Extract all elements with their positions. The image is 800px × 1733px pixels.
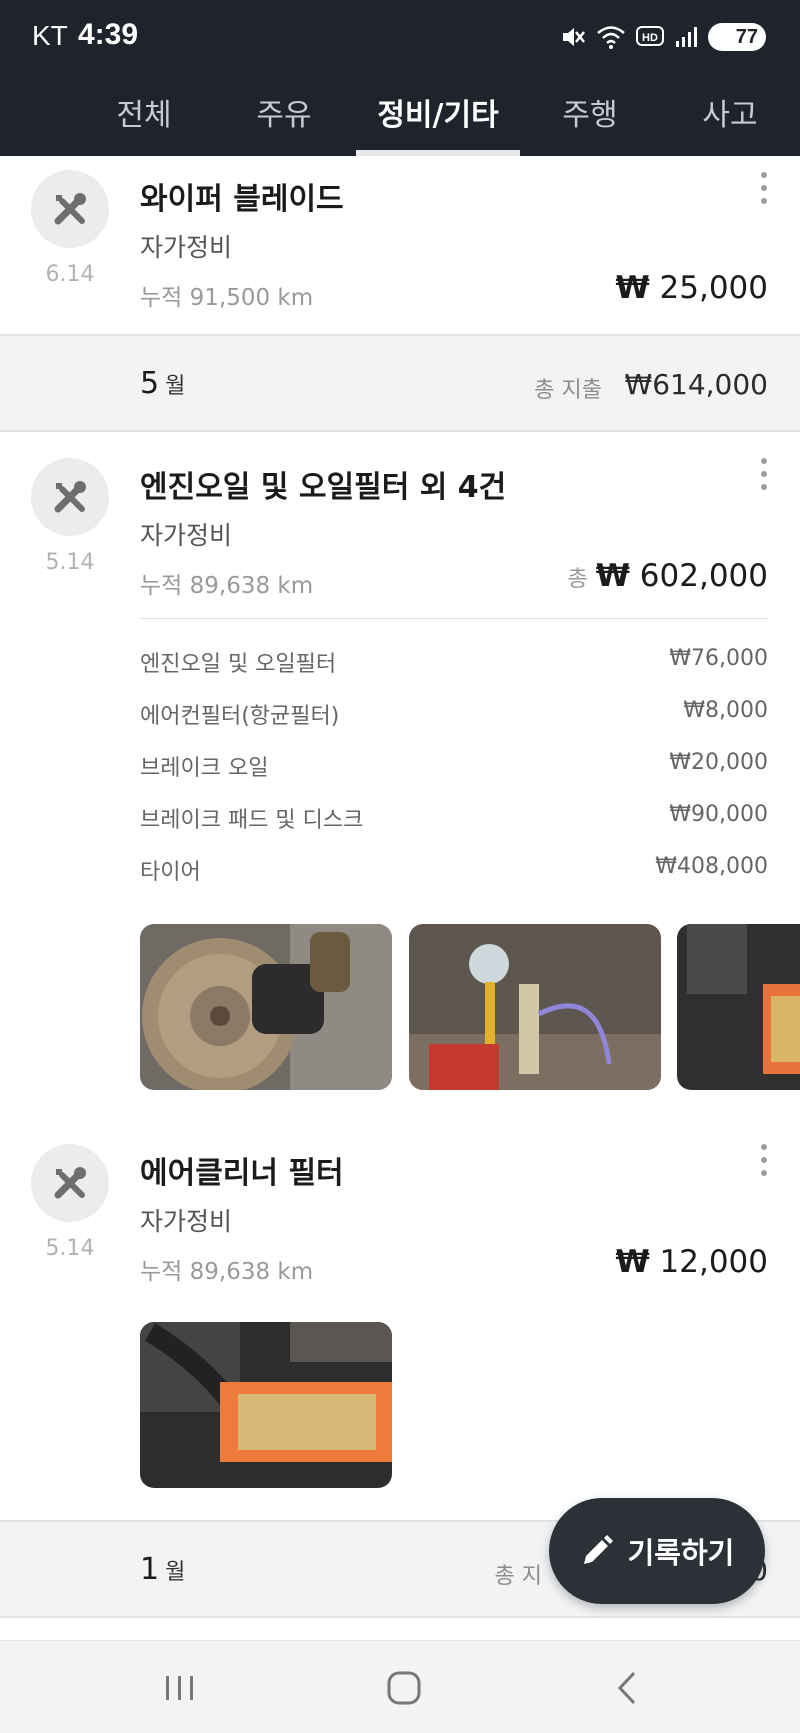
month-label: 1월 <box>140 1552 185 1587</box>
wrench-icon <box>31 458 109 536</box>
clock: 4:39 <box>78 18 139 51</box>
wrench-icon <box>31 1144 109 1222</box>
record-date: 5.14 <box>45 550 95 575</box>
total-spend-label: 총 지출 <box>534 378 602 403</box>
more-options-icon[interactable] <box>758 172 770 206</box>
back-icon[interactable] <box>598 1663 658 1713</box>
expense-item: 브레이크 오일 ₩20,000 <box>140 750 768 784</box>
amount-value: 25,000 <box>659 270 768 306</box>
expense-item: 에어컨필터(항균필터) ₩8,000 <box>140 698 768 732</box>
record-title: 엔진오일 및 오일필터 외 4건 <box>140 470 507 505</box>
currency-symbol: ₩ <box>615 1244 650 1280</box>
total-spend-value: ₩614,000 <box>624 368 768 401</box>
record-title: 에어클리너 필터 <box>140 1156 344 1191</box>
record-odometer: 누적 91,500 km <box>140 285 314 311</box>
month-label: 5월 <box>140 366 185 401</box>
record-item[interactable]: 5.14 에어클리너 필터 자가정비 누적 89,638 km ₩ 12,000 <box>0 1112 800 1520</box>
divider <box>140 618 768 619</box>
expense-item-price: ₩8,000 <box>683 698 768 723</box>
tab-driving[interactable]: 주행 <box>542 90 638 156</box>
amount-value: 12,000 <box>659 1244 768 1280</box>
record-type: 자가정비 <box>140 233 233 262</box>
expense-item-price: ₩76,000 <box>669 646 768 671</box>
brake-fluid-photo[interactable] <box>409 924 661 1090</box>
record-amount: ₩ 12,000 <box>615 1244 768 1280</box>
air-filter-photo[interactable] <box>140 1322 392 1488</box>
category-tabs: 전체 주유 정비/기타 주행 사고 <box>0 80 800 156</box>
currency-symbol: ₩ <box>615 270 650 306</box>
recent-apps-icon[interactable] <box>150 1663 210 1713</box>
system-nav-bar <box>0 1640 800 1733</box>
expense-item-name: 에어컨필터(항균필터) <box>140 704 340 729</box>
hd-voice-icon: HD <box>636 26 664 46</box>
expense-item-name: 브레이크 오일 <box>140 756 269 781</box>
record-date: 5.14 <box>45 1236 95 1261</box>
wrench-icon <box>31 170 109 248</box>
month-summary: 5월 총 지출 ₩614,000 <box>0 334 800 432</box>
month-number: 1 <box>140 1552 160 1587</box>
record-title: 와이퍼 블레이드 <box>140 182 344 217</box>
month-number: 5 <box>140 366 160 401</box>
pencil-icon <box>583 1535 613 1564</box>
mute-vibrate-icon <box>563 28 585 46</box>
air-filter-photo[interactable] <box>677 924 800 1090</box>
month-unit: 월 <box>165 1560 186 1585</box>
expense-item: 타이어 ₩408,000 <box>140 854 768 888</box>
wifi-icon <box>597 26 625 49</box>
total-label: 총 <box>567 567 588 592</box>
svg-text:HD: HD <box>642 32 658 44</box>
expense-item-price: ₩90,000 <box>669 802 768 827</box>
tab-maintenance[interactable]: 정비/기타 <box>356 90 520 156</box>
battery-icon: 77 <box>708 23 766 51</box>
record-amount: ₩ 25,000 <box>615 270 768 306</box>
record-type: 자가정비 <box>140 521 233 550</box>
record-item[interactable]: 6.14 와이퍼 블레이드 자가정비 누적 91,500 km ₩ 25,000 <box>0 156 800 334</box>
expense-item-price: ₩408,000 <box>655 854 768 879</box>
currency-symbol: ₩ <box>595 558 630 594</box>
home-icon[interactable] <box>374 1663 434 1713</box>
amount-value: 602,000 <box>639 558 768 594</box>
expense-item-name: 타이어 <box>140 860 201 885</box>
expense-item-name: 브레이크 패드 및 디스크 <box>140 808 364 833</box>
app-header: KT 4:39 HD 77 전체 주유 정비/기타 주행 사고 <box>0 0 800 156</box>
status-icons: HD 77 <box>560 22 766 52</box>
add-record-button[interactable]: 기록하기 <box>549 1498 765 1604</box>
record-odometer: 누적 89,638 km <box>140 573 314 599</box>
expense-item-name: 엔진오일 및 오일필터 <box>140 652 337 677</box>
more-options-icon[interactable] <box>758 458 770 492</box>
more-options-icon[interactable] <box>758 1144 770 1178</box>
carrier-label: KT <box>32 20 68 51</box>
month-unit: 월 <box>165 374 186 399</box>
signal-icon <box>676 27 697 47</box>
status-bar: KT 4:39 HD 77 <box>0 0 800 72</box>
record-type: 자가정비 <box>140 1207 233 1236</box>
total-spend-label: 총 지 <box>494 1564 542 1589</box>
record-item[interactable]: 5.14 엔진오일 및 오일필터 외 4건 자가정비 누적 89,638 km … <box>0 432 800 1112</box>
expense-item: 엔진오일 및 오일필터 ₩76,000 <box>140 646 768 680</box>
tab-fuel[interactable]: 주유 <box>236 90 332 156</box>
record-odometer: 누적 89,638 km <box>140 1259 314 1285</box>
record-amount: 총 ₩ 602,000 <box>567 558 768 594</box>
expense-item: 브레이크 패드 및 디스크 ₩90,000 <box>140 802 768 836</box>
add-record-label: 기록하기 <box>627 1536 735 1570</box>
tab-accident[interactable]: 사고 <box>682 90 778 156</box>
brake-disc-photo[interactable] <box>140 924 392 1090</box>
record-date: 6.14 <box>45 262 95 287</box>
expense-item-price: ₩20,000 <box>669 750 768 775</box>
tab-all[interactable]: 전체 <box>96 90 192 156</box>
